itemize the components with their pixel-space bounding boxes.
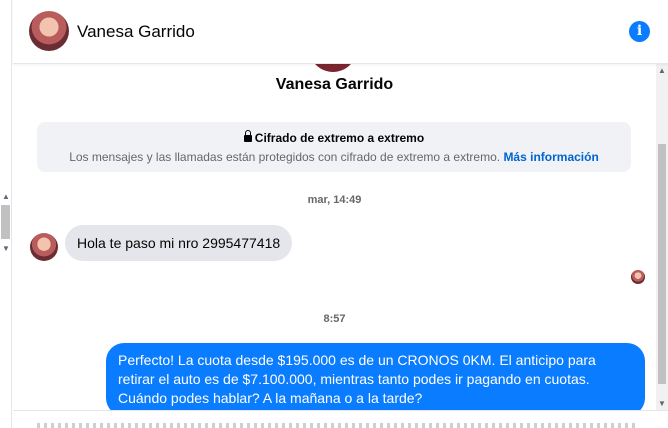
page-scrollbar-thumb[interactable] bbox=[1, 205, 10, 239]
encryption-title-text: Cifrado de extremo a extremo bbox=[254, 131, 425, 145]
chat-scrollbar-thumb[interactable] bbox=[658, 144, 666, 384]
lock-icon bbox=[243, 130, 252, 142]
scroll-up-arrow-icon[interactable]: ▲ bbox=[2, 192, 10, 201]
sender-avatar[interactable] bbox=[30, 233, 58, 261]
page-scrollbar[interactable]: ▲ ▼ bbox=[0, 0, 12, 428]
contact-avatar[interactable] bbox=[29, 11, 69, 51]
message-thread: Vanesa Garrido Cifrado de extremo a extr… bbox=[13, 64, 656, 410]
encryption-description-text: Los mensajes y las llamadas están proteg… bbox=[69, 150, 501, 164]
scroll-down-arrow-icon[interactable]: ▼ bbox=[2, 244, 10, 253]
message-timestamp: 8:57 bbox=[323, 313, 346, 325]
seen-receipt-avatar bbox=[631, 270, 645, 284]
encryption-title: Cifrado de extremo a extremo bbox=[37, 130, 631, 145]
more-info-link[interactable]: Más información bbox=[503, 150, 598, 164]
message-timestamp: mar, 14:49 bbox=[307, 194, 362, 206]
chat-scrollbar[interactable]: ▲ ▼ bbox=[656, 64, 668, 410]
chat-header: Vanesa Garrido i bbox=[13, 0, 668, 64]
composer-area bbox=[13, 410, 668, 428]
incoming-message[interactable]: Hola te paso mi nro 2995477418 bbox=[65, 225, 293, 261]
profile-avatar bbox=[309, 64, 357, 72]
truncated-footer-text bbox=[37, 423, 637, 428]
encryption-description: Los mensajes y las llamadas están proteg… bbox=[37, 150, 631, 164]
scroll-up-arrow-icon[interactable]: ▲ bbox=[658, 66, 666, 75]
encryption-notice: Cifrado de extremo a extremo Los mensaje… bbox=[37, 122, 631, 172]
info-icon[interactable]: i bbox=[629, 21, 650, 42]
contact-name[interactable]: Vanesa Garrido bbox=[77, 22, 195, 42]
scroll-down-arrow-icon[interactable]: ▼ bbox=[658, 399, 666, 408]
outgoing-message[interactable]: Perfecto! La cuota desde $195.000 es de … bbox=[106, 343, 645, 410]
profile-name: Vanesa Garrido bbox=[275, 76, 394, 93]
